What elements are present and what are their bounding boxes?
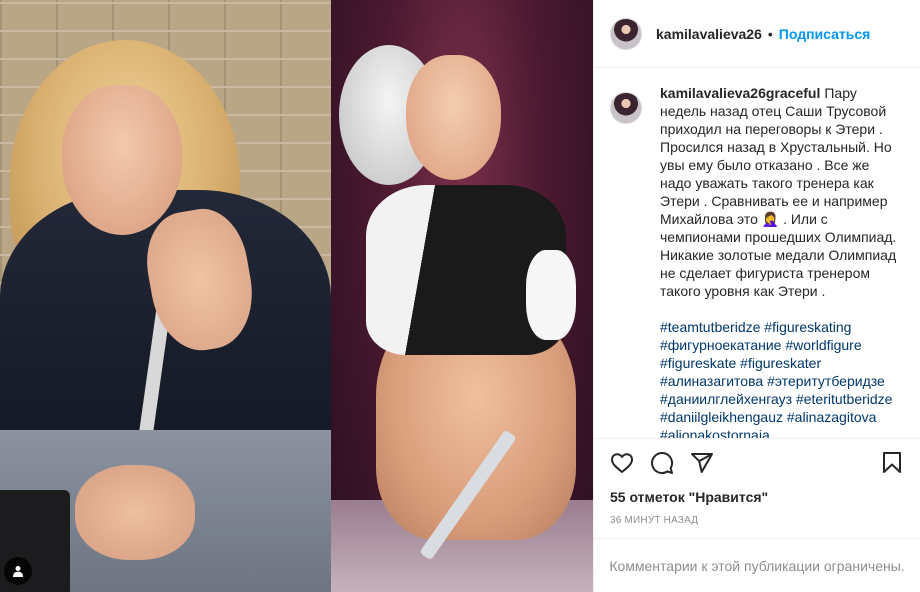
user-tag-icon <box>13 566 23 577</box>
caption-area: kamilavalieva26graceful Пару недель назад… <box>594 68 920 438</box>
bookmark-icon <box>883 452 901 473</box>
save-button[interactable] <box>872 447 904 479</box>
caption: kamilavalieva26graceful Пару недель назад… <box>610 84 904 438</box>
photo-coach <box>0 0 331 592</box>
hashtag-list: #teamtutberidze #figureskating #фигурное… <box>660 318 897 438</box>
comments-disabled-notice: Комментарии к этой публикации ограничены… <box>594 538 920 592</box>
hashtag-link[interactable]: #figureskate <box>660 355 736 371</box>
hashtag-link[interactable]: #алиназагитова <box>660 373 763 389</box>
photo-detail-face <box>62 85 182 235</box>
hashtag-link[interactable]: #figureskating <box>764 319 851 335</box>
post-actions: 55 отметок "Нравится" 36 МИНУТ НАЗАД <box>594 438 920 538</box>
comment-button[interactable] <box>650 447 682 479</box>
caption-author[interactable]: kamilavalieva26graceful <box>660 85 820 101</box>
post-header: kamilavalieva26 • Подписаться <box>594 0 920 68</box>
hashtag-link[interactable]: #worldfigure <box>785 337 861 353</box>
action-icons <box>610 445 904 481</box>
comment-icon <box>651 452 674 474</box>
hashtag-link[interactable]: #этеритутберидзе <box>767 373 885 389</box>
caption-avatar[interactable] <box>610 92 642 124</box>
hashtag-link[interactable]: #фигурноекатание <box>660 337 781 353</box>
likes-count[interactable]: 55 отметок "Нравится" <box>610 489 904 505</box>
hashtag-link[interactable]: #daniilgleikhengauz <box>660 409 783 425</box>
hashtag-link[interactable]: #eteritutberidze <box>796 391 893 407</box>
heart-icon <box>611 453 633 473</box>
user-tag-button[interactable] <box>4 557 32 585</box>
post-media[interactable] <box>0 0 593 592</box>
hashtag-link[interactable]: #alionakostornaia <box>660 427 770 438</box>
like-button[interactable] <box>610 447 642 479</box>
caption-body: kamilavalieva26graceful Пару недель назад… <box>660 84 897 438</box>
post-timestamp[interactable]: 36 МИНУТ НАЗАД <box>610 515 904 526</box>
header-separator: • <box>767 25 773 42</box>
instagram-post: kamilavalieva26 • Подписаться kamilavali… <box>0 0 920 592</box>
avatar[interactable] <box>610 17 642 50</box>
post-side-panel: kamilavalieva26 • Подписаться kamilavali… <box>593 0 920 592</box>
header-username[interactable]: kamilavalieva26 <box>656 26 762 42</box>
photo-detail-hand-on-table <box>75 465 195 560</box>
photo-detail-glove <box>526 250 576 340</box>
caption-text: Пару недель назад отец Саши Трусовой при… <box>660 85 897 299</box>
follow-button[interactable]: Подписаться <box>779 26 871 42</box>
share-button[interactable] <box>690 447 722 479</box>
photo-skater <box>331 0 593 592</box>
hashtag-link[interactable]: #даниилглейхенгауз <box>660 391 792 407</box>
hashtag-link[interactable]: #alinazagitova <box>787 409 877 425</box>
hashtag-link[interactable]: #teamtutberidze <box>660 319 760 335</box>
share-icon <box>691 453 713 473</box>
photo-detail-face <box>406 55 501 180</box>
hashtag-link[interactable]: #figureskater <box>740 355 821 371</box>
